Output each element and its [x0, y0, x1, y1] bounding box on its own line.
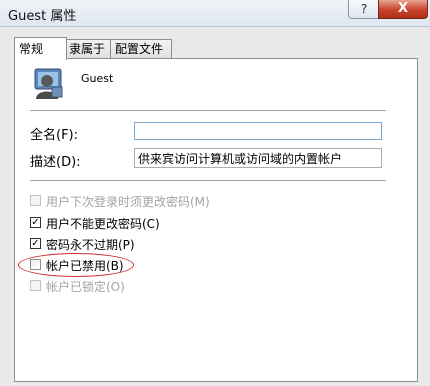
description-field[interactable]: 供来宾访问计算机或访问域的内置帐户	[134, 148, 382, 168]
user-name: Guest	[81, 72, 114, 85]
window-title: Guest 属性	[8, 9, 77, 24]
separator	[30, 180, 386, 181]
tab-general[interactable]: 常规	[14, 37, 67, 60]
checkbox[interactable]	[30, 280, 41, 291]
option-label: 密码永不过期(P)	[46, 238, 135, 252]
option-label: 帐户已锁定(O)	[46, 280, 125, 294]
close-button[interactable]: X	[378, 0, 428, 19]
checkbox[interactable]: ✓	[30, 238, 41, 249]
full-name-label: 全名(F):	[30, 128, 79, 143]
option-label: 用户下次登录时须更改密码(M)	[46, 195, 210, 209]
highlight-circle	[18, 253, 134, 277]
user-avatar-icon	[34, 68, 63, 99]
separator	[30, 110, 386, 111]
full-name-field[interactable]	[134, 122, 382, 140]
description-label: 描述(D):	[30, 155, 81, 170]
properties-window: Guest 属性 ? X 常规 隶属于 配置文件 Guest 全名(F): 描述…	[0, 0, 430, 386]
tab-member-of[interactable]: 隶属于	[64, 39, 113, 58]
help-button[interactable]: ?	[348, 0, 380, 19]
checkbox[interactable]	[30, 195, 41, 206]
option-label: 用户不能更改密码(C)	[46, 217, 160, 231]
checkbox[interactable]: ✓	[30, 217, 41, 228]
tab-profile[interactable]: 配置文件	[110, 39, 172, 58]
title-bar[interactable]: Guest 属性 ? X	[0, 0, 430, 27]
